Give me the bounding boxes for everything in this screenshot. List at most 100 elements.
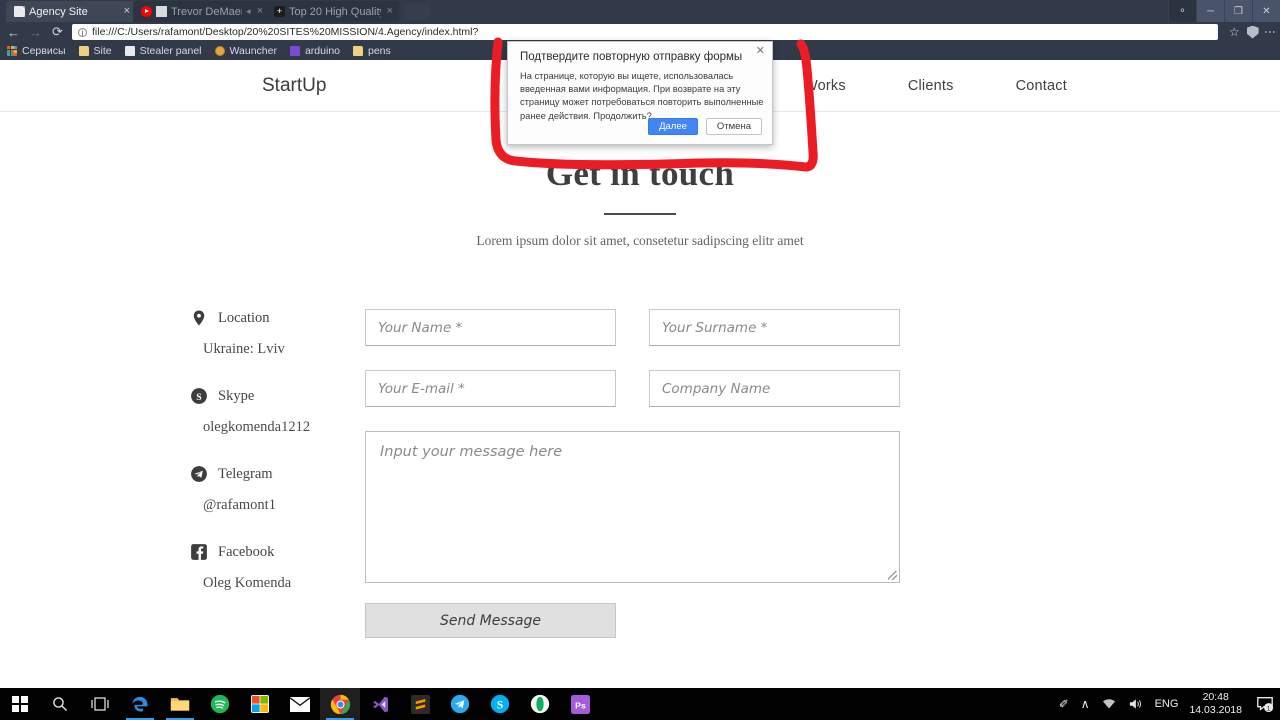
- plus-icon: +: [274, 6, 285, 17]
- bookmark-site[interactable]: Site: [78, 45, 112, 57]
- tab-title: Agency Site: [29, 5, 88, 18]
- telegram-button[interactable]: [440, 688, 480, 720]
- facebook-icon: [190, 543, 208, 561]
- dialog-actions: Далее Отмена: [648, 118, 762, 135]
- form-row-email: Your E-mail * Company Name: [365, 370, 900, 407]
- bookmark-label: Wauncher: [229, 45, 277, 57]
- mail-button[interactable]: [280, 688, 320, 720]
- spotify-button[interactable]: [200, 688, 240, 720]
- file-explorer-button[interactable]: [160, 688, 200, 720]
- maximize-button[interactable]: ❐: [1224, 0, 1252, 22]
- start-button[interactable]: [0, 688, 40, 720]
- dialog-title: Подтвердите повторную отправку формы: [520, 51, 743, 63]
- contact-label: Facebook: [218, 543, 275, 560]
- close-window-button[interactable]: ✕: [1252, 0, 1280, 22]
- page-icon: [124, 46, 135, 56]
- screen: Agency Site × Trevor DeMaere - ◂ × + Top…: [0, 0, 1280, 720]
- minimize-button[interactable]: ─: [1196, 0, 1224, 22]
- contact-value: @rafamont1: [203, 497, 276, 513]
- contact-value: olegkomenda1212: [203, 419, 311, 435]
- bookmark-wauncher[interactable]: Wauncher: [214, 45, 277, 57]
- page-title: Get in touch: [545, 154, 735, 193]
- contact-item-location: Location Ukraine: Lviv: [190, 309, 365, 358]
- skype-button[interactable]: S: [480, 688, 520, 720]
- nav-link-works[interactable]: Works: [804, 78, 846, 94]
- tab-audio-icon[interactable]: ◂: [246, 6, 251, 17]
- window-controls: ⚬ ─ ❐ ✕: [1168, 0, 1280, 22]
- bookmark-stealer-panel[interactable]: Stealer panel: [124, 45, 202, 57]
- reload-icon[interactable]: ⟳: [50, 24, 65, 40]
- name-input[interactable]: Your Name *: [365, 309, 616, 346]
- tab-close-icon[interactable]: ×: [385, 6, 393, 17]
- browser-tab-trevor-demaere[interactable]: Trevor DeMaere - ◂ ×: [133, 1, 269, 22]
- opera-button[interactable]: [520, 688, 560, 720]
- new-tab-button[interactable]: [404, 3, 430, 20]
- page-subtitle: Lorem ipsum dolor sit amet, consetetur s…: [476, 233, 804, 248]
- shield-extension-icon[interactable]: [1246, 25, 1259, 39]
- clock-time: 20:48: [1202, 690, 1229, 703]
- apps-grid-icon: [7, 46, 17, 56]
- email-input[interactable]: Your E-mail *: [365, 370, 616, 407]
- folder-icon: [78, 46, 89, 56]
- company-input[interactable]: Company Name: [649, 370, 900, 407]
- dialog-cancel-button[interactable]: Отмена: [705, 118, 762, 135]
- contact-item-facebook: Facebook Oleg Komenda: [190, 543, 365, 592]
- title-divider: [604, 213, 676, 215]
- clock[interactable]: 20:48 14.03.2018: [1185, 691, 1250, 717]
- bookmark-arduino[interactable]: arduino: [289, 45, 340, 57]
- volume-icon[interactable]: [1122, 688, 1148, 720]
- contact-label: Location: [218, 309, 270, 326]
- skype-icon: S: [190, 387, 208, 405]
- sublime-button[interactable]: [400, 688, 440, 720]
- grid-icon: [156, 6, 167, 17]
- tab-title: Top 20 High Quality Wo: [289, 5, 381, 18]
- contact-value: Oleg Komenda: [203, 575, 292, 591]
- edge-button[interactable]: [120, 688, 160, 720]
- toolbar-right-actions: ☆ ⋮: [1225, 25, 1277, 39]
- address-bar[interactable]: i file:///C:/Users/rafamont/Desktop/20%2…: [72, 24, 1218, 40]
- circle-icon: [214, 46, 225, 56]
- browser-tab-top-20[interactable]: + Top 20 High Quality Wo ×: [266, 1, 399, 22]
- notification-count: 1: [1267, 705, 1271, 712]
- chevron-up-icon[interactable]: ∧: [1075, 688, 1096, 720]
- square-icon: [289, 46, 300, 56]
- bookmark-pens[interactable]: pens: [353, 45, 391, 57]
- bookmark-services[interactable]: Сервисы: [7, 45, 66, 57]
- close-icon[interactable]: ✕: [756, 46, 765, 57]
- surname-input[interactable]: Your Surname *: [649, 309, 900, 346]
- nav-link-clients[interactable]: Clients: [908, 78, 954, 94]
- page-info-icon[interactable]: i: [78, 27, 87, 37]
- browser-toolbar: ← → ⟳ i file:///C:/Users/rafamont/Deskto…: [0, 22, 1280, 42]
- bookmark-label: Site: [93, 45, 112, 57]
- bookmark-label: Сервисы: [22, 45, 66, 57]
- browser-menu-icon[interactable]: ⋮: [1263, 26, 1277, 38]
- contact-item-skype: S Skype olegkomenda1212: [190, 387, 365, 436]
- bookmark-star-icon[interactable]: ☆: [1229, 25, 1240, 39]
- site-logo[interactable]: StartUp: [262, 75, 326, 97]
- notifications-button[interactable]: 1: [1250, 688, 1280, 720]
- pen-icon[interactable]: ✐: [1053, 688, 1075, 720]
- send-message-button[interactable]: Send Message: [365, 603, 616, 638]
- wifi-icon[interactable]: [1096, 688, 1122, 720]
- task-view-button[interactable]: [80, 688, 120, 720]
- photoshop-button[interactable]: Ps: [560, 688, 600, 720]
- tab-close-icon[interactable]: ×: [122, 6, 130, 17]
- browser-tab-agency-site[interactable]: Agency Site ×: [6, 1, 136, 22]
- chrome-button[interactable]: [320, 688, 360, 720]
- message-textarea[interactable]: Input your message here: [365, 431, 900, 583]
- visual-studio-button[interactable]: [360, 688, 400, 720]
- profile-icon[interactable]: ⚬: [1168, 0, 1196, 22]
- nav-link-contact[interactable]: Contact: [1016, 78, 1067, 94]
- bookmark-label: arduino: [304, 45, 340, 57]
- bookmark-label: pens: [368, 45, 391, 57]
- back-icon[interactable]: ←: [6, 25, 21, 40]
- store-button[interactable]: [240, 688, 280, 720]
- tab-strip: Agency Site × Trevor DeMaere - ◂ × + Top…: [0, 0, 1280, 22]
- forward-icon[interactable]: →: [28, 25, 43, 40]
- dialog-confirm-button[interactable]: Далее: [648, 118, 698, 135]
- contact-item-telegram: Telegram @rafamont1: [190, 465, 365, 514]
- language-indicator[interactable]: ENG: [1148, 698, 1186, 710]
- search-button[interactable]: [40, 688, 80, 720]
- tab-close-icon[interactable]: ×: [255, 6, 263, 17]
- youtube-icon: [141, 6, 152, 17]
